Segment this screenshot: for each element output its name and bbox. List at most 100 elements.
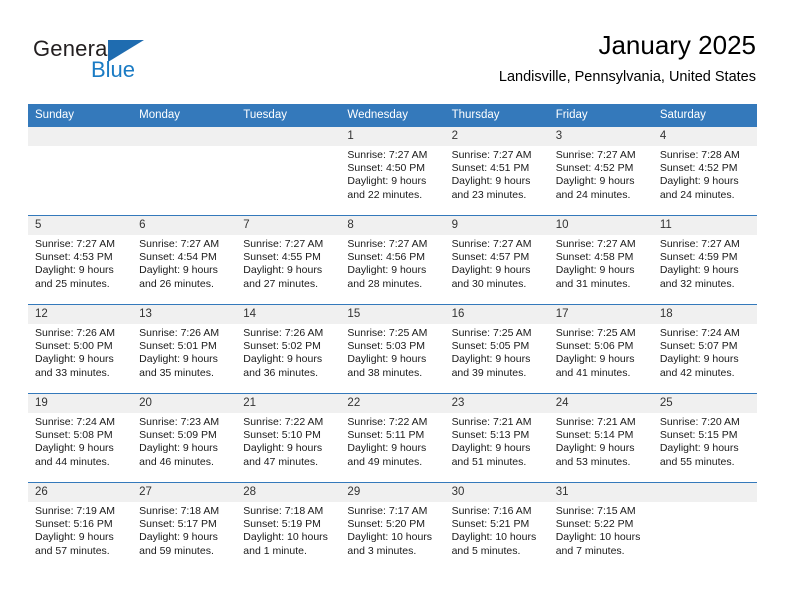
day-detail-sunrise: Sunrise: 7:27 AM [347, 238, 428, 250]
day-detail-sunrise: Sunrise: 7:18 AM [243, 505, 324, 517]
calendar-day-cell[interactable]: 23 Sunrise: 7:21 AM Sunset: 5:13 PM Dayligh… [444, 393, 549, 483]
day-detail-sunrise: Sunrise: 7:27 AM [555, 149, 636, 161]
calendar-day-cell[interactable]: 20 Sunrise: 7:23 AM Sunset: 5:09 PM Dayligh… [132, 393, 237, 483]
calendar-day-cell[interactable]: 30 Sunrise: 7:16 AM Sunset: 5:21 PM Dayligh… [444, 482, 549, 571]
weekday-header-sunday: Sunday [28, 104, 133, 127]
calendar-day-cell[interactable]: 11 Sunrise: 7:27 AM Sunset: 4:59 PM Dayligh… [652, 215, 757, 305]
day-details: Sunrise: 7:25 AM Sunset: 5:06 PM Daylight:… [549, 324, 653, 380]
calendar-day-cell[interactable]: 24 Sunrise: 7:21 AM Sunset: 5:14 PM Dayligh… [548, 393, 653, 483]
calendar-day-cell[interactable]: 13 Sunrise: 7:26 AM Sunset: 5:01 PM Dayligh… [132, 304, 237, 394]
day-detail-sunset: Sunset: 5:11 PM [347, 429, 425, 442]
day-detail-daylight2: and 39 minutes. [451, 366, 527, 379]
calendar-day-cell[interactable]: 26 Sunrise: 7:19 AM Sunset: 5:16 PM Dayligh… [28, 482, 133, 571]
day-detail-sunrise: Sunrise: 7:27 AM [451, 238, 532, 250]
calendar-day-cell[interactable]: 3 Sunrise: 7:27 AM Sunset: 4:52 PM Daylight… [548, 126, 653, 216]
calendar-day-cell[interactable]: 28 Sunrise: 7:18 AM Sunset: 5:19 PM Dayligh… [236, 482, 341, 571]
day-number: 11 [652, 216, 757, 235]
day-details: Sunrise: 7:19 AM Sunset: 5:16 PM Daylight:… [28, 502, 132, 558]
title-block: January 2025 Landisville, Pennsylvania, … [499, 28, 756, 88]
calendar-day-cell[interactable]: 25 Sunrise: 7:20 AM Sunset: 5:15 PM Dayligh… [652, 393, 757, 483]
day-number: 8 [340, 216, 445, 235]
day-detail-sunrise: Sunrise: 7:16 AM [451, 505, 532, 517]
day-number: 14 [236, 305, 341, 324]
page-title: January 2025 [598, 30, 756, 60]
day-detail-sunset: Sunset: 5:22 PM [555, 518, 634, 531]
day-detail-daylight2: and 1 minute. [243, 544, 307, 557]
day-number: 24 [548, 394, 653, 413]
day-detail-sunset: Sunset: 5:21 PM [451, 518, 530, 531]
day-number: 19 [28, 394, 133, 413]
day-detail-daylight2: and 57 minutes. [35, 544, 110, 557]
day-detail-sunset: Sunset: 5:16 PM [35, 518, 113, 531]
day-details: Sunrise: 7:15 AM Sunset: 5:22 PM Daylight:… [549, 502, 653, 558]
day-number [236, 127, 341, 146]
day-detail-sunset: Sunset: 4:59 PM [659, 251, 738, 264]
day-detail-daylight1: Daylight: 10 hours [451, 531, 537, 544]
day-details: Sunrise: 7:27 AM Sunset: 4:50 PM Daylight:… [340, 146, 444, 202]
day-detail-daylight2: and 51 minutes. [451, 455, 527, 468]
day-detail-daylight1: Daylight: 9 hours [659, 442, 739, 455]
calendar-day-cell[interactable]: 18 Sunrise: 7:24 AM Sunset: 5:07 PM Dayligh… [652, 304, 757, 394]
day-detail-sunrise: Sunrise: 7:27 AM [555, 238, 636, 250]
calendar-day-cell[interactable]: 21 Sunrise: 7:22 AM Sunset: 5:10 PM Dayligh… [236, 393, 341, 483]
day-number: 1 [340, 127, 445, 146]
calendar-day-cell[interactable]: 15 Sunrise: 7:25 AM Sunset: 5:03 PM Dayligh… [340, 304, 445, 394]
day-detail-sunset: Sunset: 5:08 PM [35, 429, 113, 442]
calendar-day-cell[interactable]: 27 Sunrise: 7:18 AM Sunset: 5:17 PM Dayligh… [132, 482, 237, 571]
day-detail-daylight2: and 42 minutes. [659, 366, 735, 379]
calendar-day-cell[interactable]: 10 Sunrise: 7:27 AM Sunset: 4:58 PM Dayligh… [548, 215, 653, 305]
calendar-day-cell-empty [28, 126, 133, 216]
weekday-header-tuesday: Tuesday [236, 104, 341, 127]
day-detail-daylight1: Daylight: 9 hours [659, 353, 739, 366]
general-blue-logo[interactable]: General Blue [33, 36, 173, 88]
day-detail-daylight2: and 24 minutes. [555, 188, 631, 201]
day-detail-daylight1: Daylight: 9 hours [555, 353, 635, 366]
day-detail-daylight1: Daylight: 9 hours [35, 442, 114, 455]
day-detail-daylight2: and 3 minutes. [347, 544, 417, 557]
calendar-day-cell[interactable]: 5 Sunrise: 7:27 AM Sunset: 4:53 PM Daylight… [28, 215, 133, 305]
weekday-header-wednesday: Wednesday [340, 104, 445, 127]
day-detail-sunrise: Sunrise: 7:20 AM [659, 416, 740, 428]
day-detail-daylight2: and 59 minutes. [139, 544, 214, 557]
day-details: Sunrise: 7:27 AM Sunset: 4:54 PM Daylight:… [132, 235, 236, 291]
day-detail-daylight2: and 28 minutes. [347, 277, 423, 290]
day-number: 5 [28, 216, 133, 235]
calendar-day-cell[interactable]: 1 Sunrise: 7:27 AM Sunset: 4:50 PM Daylight… [340, 126, 445, 216]
day-detail-daylight1: Daylight: 9 hours [659, 175, 739, 188]
day-number: 25 [652, 394, 757, 413]
calendar-week-row: 26 Sunrise: 7:19 AM Sunset: 5:16 PM Dayligh… [28, 482, 757, 571]
day-detail-daylight1: Daylight: 9 hours [35, 531, 114, 544]
calendar-day-cell[interactable]: 19 Sunrise: 7:24 AM Sunset: 5:08 PM Dayligh… [28, 393, 133, 483]
day-detail-daylight2: and 35 minutes. [139, 366, 214, 379]
day-number: 27 [132, 483, 237, 502]
day-detail-daylight2: and 55 minutes. [659, 455, 735, 468]
day-detail-sunset: Sunset: 5:19 PM [243, 518, 321, 531]
day-detail-daylight1: Daylight: 9 hours [555, 264, 635, 277]
day-number: 30 [444, 483, 549, 502]
calendar-day-cell[interactable]: 8 Sunrise: 7:27 AM Sunset: 4:56 PM Daylight… [340, 215, 445, 305]
calendar-day-cell[interactable]: 31 Sunrise: 7:15 AM Sunset: 5:22 PM Dayligh… [548, 482, 653, 571]
calendar-day-cell[interactable]: 17 Sunrise: 7:25 AM Sunset: 5:06 PM Dayligh… [548, 304, 653, 394]
calendar-day-cell[interactable]: 29 Sunrise: 7:17 AM Sunset: 5:20 PM Dayligh… [340, 482, 445, 571]
calendar-day-cell[interactable]: 16 Sunrise: 7:25 AM Sunset: 5:05 PM Dayligh… [444, 304, 549, 394]
day-detail-daylight1: Daylight: 9 hours [139, 531, 218, 544]
calendar-day-cell[interactable]: 9 Sunrise: 7:27 AM Sunset: 4:57 PM Daylight… [444, 215, 549, 305]
day-detail-sunrise: Sunrise: 7:26 AM [139, 327, 220, 339]
day-detail-sunrise: Sunrise: 7:27 AM [451, 149, 532, 161]
day-detail-sunset: Sunset: 5:06 PM [555, 340, 634, 353]
calendar-day-cell[interactable]: 4 Sunrise: 7:28 AM Sunset: 4:52 PM Daylight… [652, 126, 757, 216]
calendar-day-cell[interactable]: 14 Sunrise: 7:26 AM Sunset: 5:02 PM Dayligh… [236, 304, 341, 394]
day-number: 4 [652, 127, 757, 146]
calendar-day-cell[interactable]: 2 Sunrise: 7:27 AM Sunset: 4:51 PM Daylight… [444, 126, 549, 216]
day-detail-daylight1: Daylight: 9 hours [347, 264, 427, 277]
calendar-day-cell[interactable]: 7 Sunrise: 7:27 AM Sunset: 4:55 PM Daylight… [236, 215, 341, 305]
weekday-header-saturday: Saturday [652, 104, 757, 127]
weekday-header-friday: Friday [548, 104, 653, 127]
day-detail-sunrise: Sunrise: 7:19 AM [35, 505, 115, 517]
calendar-day-cell[interactable]: 22 Sunrise: 7:22 AM Sunset: 5:11 PM Dayligh… [340, 393, 445, 483]
calendar-day-cell[interactable]: 6 Sunrise: 7:27 AM Sunset: 4:54 PM Daylight… [132, 215, 237, 305]
calendar-day-cell[interactable]: 12 Sunrise: 7:26 AM Sunset: 5:00 PM Dayligh… [28, 304, 133, 394]
day-detail-daylight2: and 7 minutes. [555, 544, 625, 557]
day-detail-daylight1: Daylight: 9 hours [347, 442, 427, 455]
calendar-day-cell-empty [652, 482, 757, 571]
